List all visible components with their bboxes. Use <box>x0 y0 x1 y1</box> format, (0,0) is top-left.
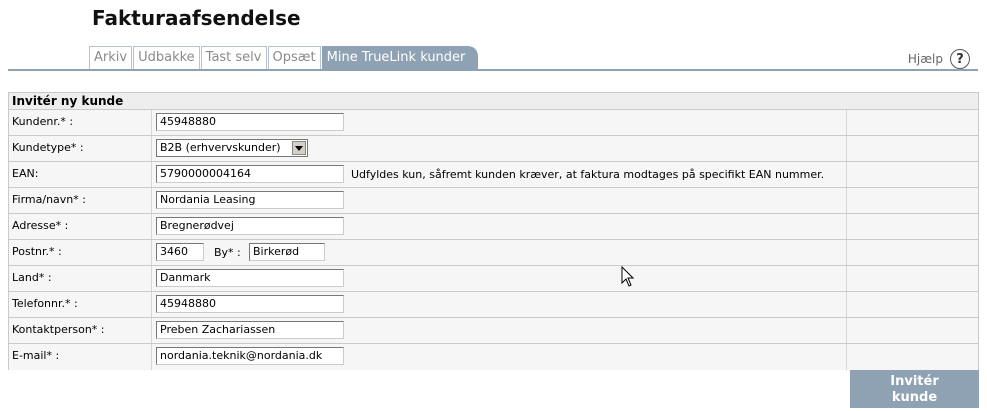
form-row-kundetype: Kundetype* : B2B (erhvervskunder) <box>9 136 978 162</box>
land-label: Land* : <box>12 271 52 284</box>
tab-bar: Arkiv Udbakke Tast selv Opsæt Mine TrueL… <box>89 46 479 70</box>
kundetype-select[interactable]: B2B (erhvervskunder) <box>156 139 308 157</box>
tab-mine-truelink-kunder[interactable]: Mine TrueLink kunder <box>321 46 479 70</box>
adresse-label: Adresse* : <box>12 219 69 232</box>
form-row-telefon: Telefonnr.* : 45948880 <box>9 292 978 318</box>
tab-tast-selv[interactable]: Tast selv <box>200 46 267 70</box>
form-row-land: Land* : Danmark <box>9 266 978 292</box>
form-row-firma: Firma/navn* : Nordania Leasing <box>9 188 978 214</box>
invite-customer-button[interactable]: Invitér kunde <box>850 370 979 408</box>
by-input[interactable]: Birkerød <box>249 243 325 261</box>
adresse-input[interactable]: Bregnerødvej <box>156 217 344 235</box>
postnr-input[interactable]: 3460 <box>156 243 204 261</box>
firma-input[interactable]: Nordania Leasing <box>156 191 344 209</box>
email-label: E-mail* : <box>12 349 60 362</box>
invite-customer-form: Invitér ny kunde Kundenr.* : 45948880 Ku… <box>8 92 979 370</box>
email-input[interactable]: nordania.teknik@nordania.dk <box>156 347 344 365</box>
kundenr-input[interactable]: 45948880 <box>156 113 344 131</box>
tab-opsaet[interactable]: Opsæt <box>267 46 321 70</box>
kontakt-label: Kontaktperson* : <box>12 323 105 336</box>
form-row-ean: EAN: 5790000004164 Udfyldes kun, såfremt… <box>9 162 978 188</box>
question-icon[interactable]: ? <box>950 49 970 69</box>
ean-input[interactable]: 5790000004164 <box>156 165 344 183</box>
telefon-input[interactable]: 45948880 <box>156 295 344 313</box>
help-link[interactable]: Hjælp ? <box>908 49 970 69</box>
by-label: By* : <box>214 246 241 259</box>
form-row-kundenr: Kundenr.* : 45948880 <box>9 110 978 136</box>
invite-button-line2: kunde <box>891 390 938 405</box>
page-title: Fakturaafsendelse <box>92 6 301 30</box>
invite-button-line1: Invitér <box>890 374 939 389</box>
kundetype-label: Kundetype* : <box>12 141 84 154</box>
form-row-adresse: Adresse* : Bregnerødvej <box>9 214 978 240</box>
ean-label: EAN: <box>12 167 39 180</box>
tab-arkiv[interactable]: Arkiv <box>89 46 133 70</box>
kundetype-value: B2B (erhvervskunder) <box>160 141 281 154</box>
tab-underline <box>8 69 978 71</box>
kundenr-label: Kundenr.* : <box>12 115 74 128</box>
telefon-label: Telefonnr.* : <box>12 297 78 310</box>
form-title: Invitér ny kunde <box>9 93 978 110</box>
firma-label: Firma/navn* : <box>12 193 86 206</box>
tab-udbakke[interactable]: Udbakke <box>133 46 200 70</box>
land-input[interactable]: Danmark <box>156 269 344 287</box>
form-row-kontakt: Kontaktperson* : Preben Zachariassen <box>9 318 978 344</box>
kontakt-input[interactable]: Preben Zachariassen <box>156 321 344 339</box>
form-row-email: E-mail* : nordania.teknik@nordania.dk <box>9 344 978 370</box>
help-label[interactable]: Hjælp <box>908 52 943 66</box>
form-row-postnr: Postnr.* : 3460 By* : Birkerød <box>9 240 978 266</box>
postnr-label: Postnr.* : <box>12 245 62 258</box>
dropdown-arrow-icon[interactable] <box>292 141 306 155</box>
mouse-cursor-icon <box>621 266 635 287</box>
ean-note: Udfyldes kun, såfremt kunden kræver, at … <box>351 168 825 181</box>
